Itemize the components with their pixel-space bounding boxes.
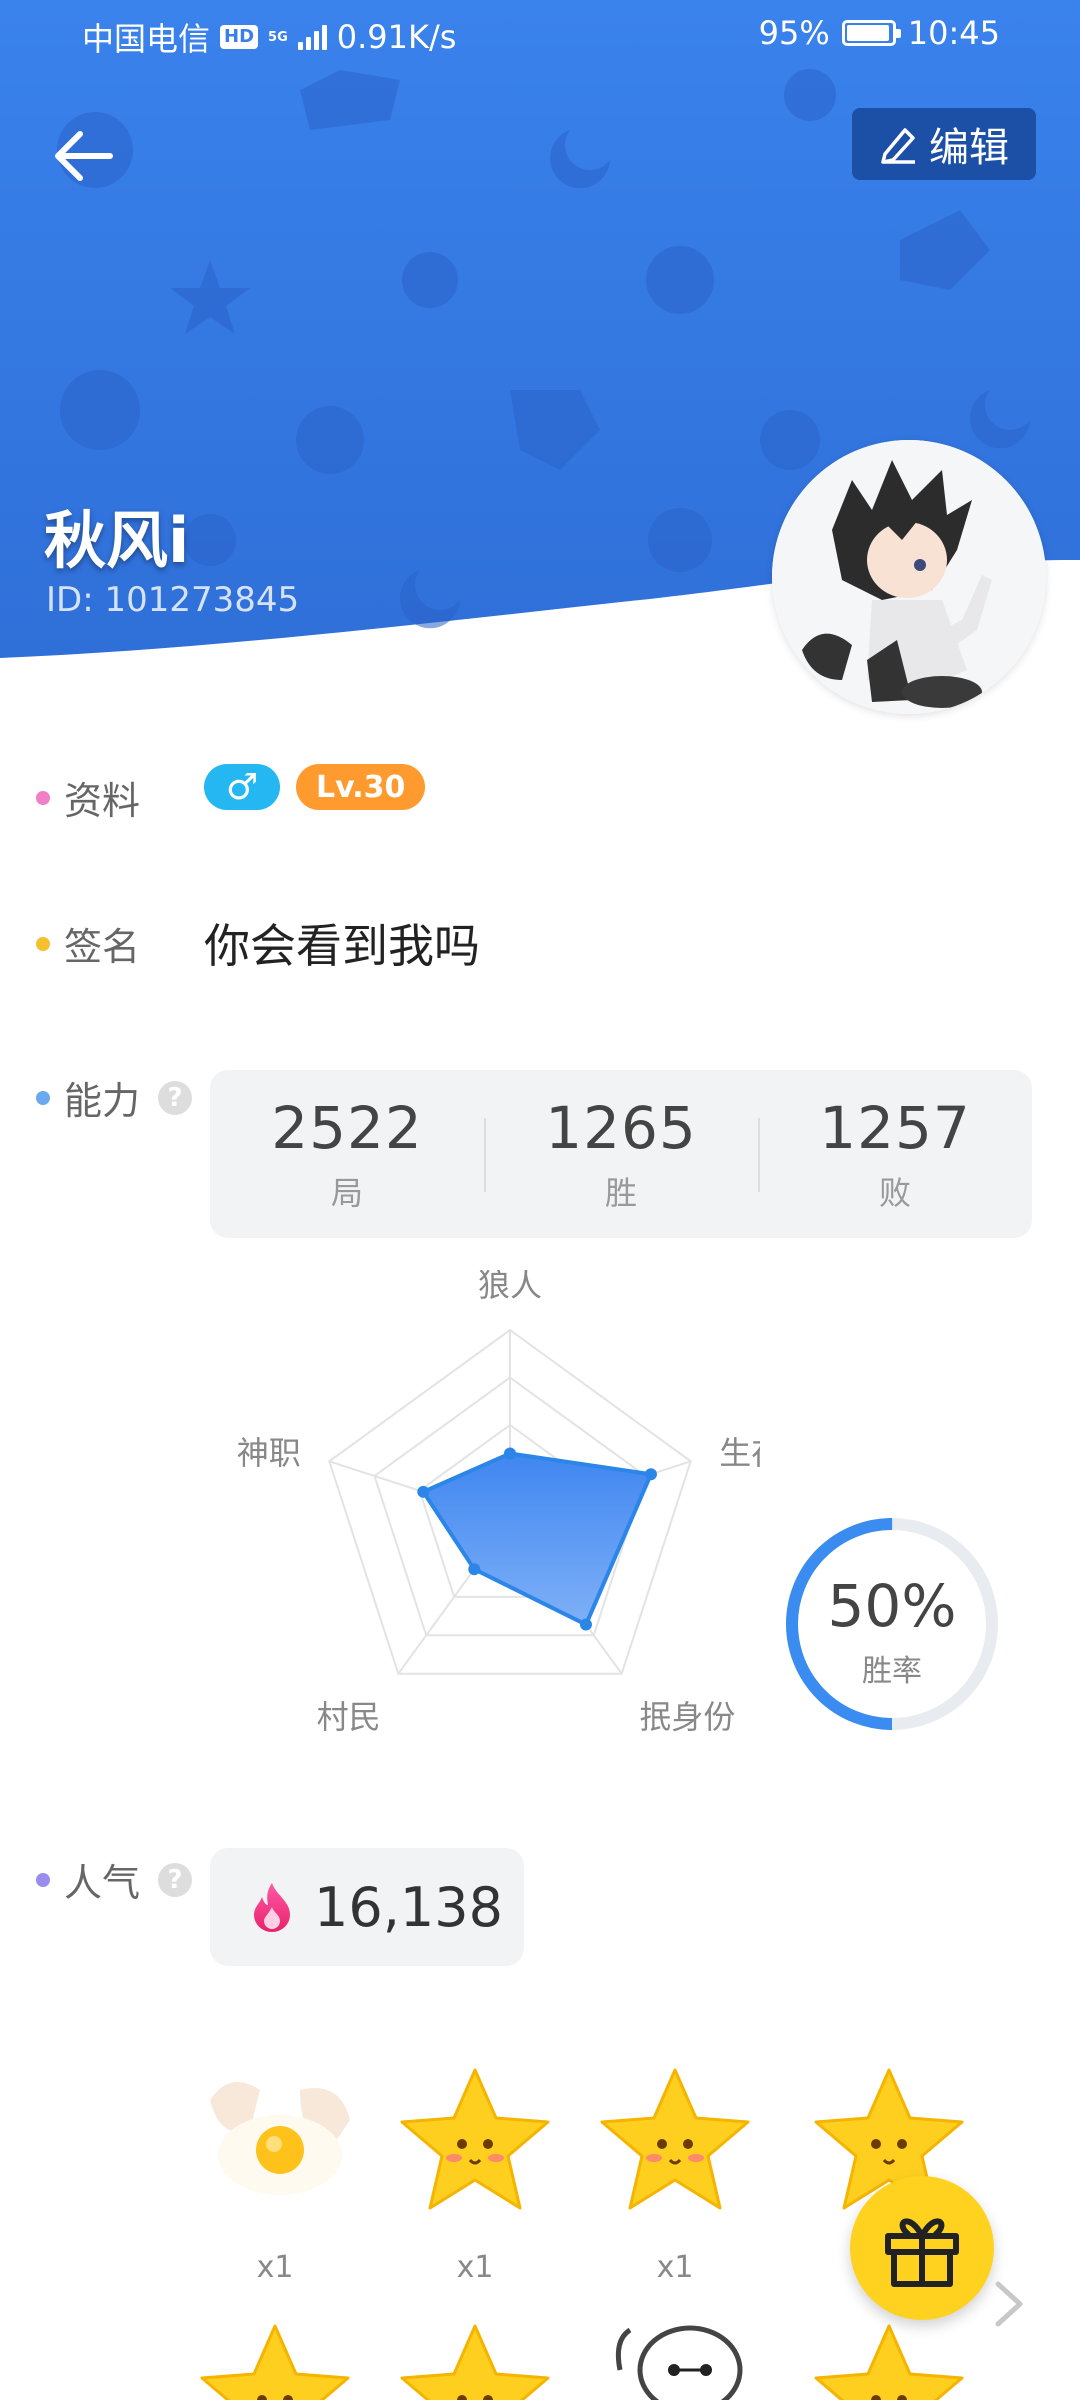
flame-icon (254, 1883, 290, 1932)
status-bar: 中国电信 HD 5G 0.91K/s 95% 10:45 (0, 0, 1080, 72)
signature-label-text: 签名 (64, 925, 141, 969)
stat-caption: 胜 (604, 1174, 637, 1212)
avatar-image (772, 440, 1046, 714)
avatar[interactable] (772, 440, 1046, 714)
star-icon (200, 2324, 350, 2400)
stat-value: 1257 (819, 1094, 971, 1162)
radar-axis-label: 村民 (317, 1698, 381, 1736)
ability-radar-chart: 狼人生存抿身份 村民 神职 (237, 1270, 760, 1736)
gift-item[interactable]: x1 (590, 2060, 760, 2285)
radar-axis-label: 神职 (237, 1434, 301, 1472)
chevron-right-icon[interactable] (990, 2278, 1030, 2330)
profile-screen: 中国电信 HD 5G 0.91K/s 95% 10:45 编辑 秋风i ID: … (0, 0, 1080, 2400)
ability-label: 能力 ? (36, 1070, 193, 1125)
signal-icon (297, 24, 327, 50)
ability-help-icon[interactable]: ? (158, 1080, 193, 1115)
popularity-help-icon[interactable]: ? (158, 1862, 193, 1897)
egg-icon (210, 2082, 350, 2195)
gift-item[interactable] (804, 2316, 974, 2400)
user-id: ID: 101273845 (46, 580, 300, 620)
popularity-value: 16,138 (314, 1875, 503, 1939)
gift-item[interactable] (610, 2310, 780, 2400)
radar-value-point (468, 1563, 481, 1576)
profile-label-text: 资料 (64, 779, 141, 823)
signature-dot (36, 936, 50, 951)
star-icon (400, 2068, 550, 2210)
gender-badge: ♂ (204, 764, 280, 810)
profile-label: 资料 (36, 770, 140, 825)
gift-count: x1 (256, 2250, 294, 2285)
clock: 10:45 (907, 14, 1000, 52)
baymax-icon (615, 2325, 743, 2400)
signature-text: 你会看到我吗 (204, 919, 480, 973)
profile-tags: ♂ Lv.30 (204, 764, 426, 810)
ability-label-text: 能力 (64, 1079, 141, 1123)
carrier-name: 中国电信 (82, 20, 211, 58)
level-badge: Lv.30 (296, 764, 426, 810)
win-rate-ring: 50% 胜率 (780, 1512, 1004, 1736)
edit-button[interactable]: 编辑 (852, 108, 1036, 180)
gift-box-icon (885, 2218, 959, 2287)
radar-value-area (421, 1451, 653, 1627)
pencil-icon (881, 128, 915, 164)
star-icon (814, 2324, 964, 2400)
profile-dot (36, 790, 50, 805)
stat-value: 2522 (271, 1094, 423, 1162)
back-arrow-icon (55, 131, 113, 181)
popularity-dot (36, 1872, 50, 1887)
stat-value: 1265 (545, 1094, 697, 1162)
hd-badge: HD (220, 25, 259, 49)
radar-axis-label: 生存 (719, 1434, 760, 1472)
gift-item[interactable]: x1 (190, 2060, 360, 2285)
win-rate-value: 50% (827, 1572, 957, 1640)
send-gift-button[interactable] (850, 2176, 994, 2320)
network-type: 5G (268, 29, 288, 45)
radar-value-point (504, 1447, 516, 1460)
popularity-label: 人气 ? (36, 1852, 193, 1907)
stat-games: 2522 局 (210, 1070, 484, 1238)
edit-label: 编辑 (929, 125, 1009, 171)
gift-item[interactable]: x1 (390, 2060, 560, 2285)
network-speed: 0.91K/s (336, 18, 457, 56)
stat-caption: 局 (330, 1174, 363, 1212)
user-nickname: 秋风i (44, 504, 190, 577)
win-rate-caption: 胜率 (862, 1654, 922, 1689)
radar-value-point (417, 1485, 430, 1498)
radar-value-point (579, 1618, 592, 1631)
star-icon (600, 2068, 750, 2210)
back-button[interactable] (48, 120, 120, 192)
popularity-card: 16,138 (210, 1848, 524, 1966)
stat-losses: 1257 败 (758, 1070, 1032, 1238)
star-icon (400, 2324, 550, 2400)
popularity-label-text: 人气 (64, 1861, 141, 1905)
gift-count: x1 (656, 2250, 694, 2285)
stat-caption: 败 (878, 1174, 911, 1212)
gift-count: x1 (456, 2250, 494, 2285)
ability-dot (36, 1090, 50, 1105)
stat-wins: 1265 胜 (484, 1070, 758, 1238)
radar-axis-label: 狼人 (478, 1270, 542, 1304)
signature-label: 签名 (36, 916, 140, 971)
radar-axis-label: 抿身份 (639, 1698, 735, 1736)
radar-value-point (644, 1468, 657, 1481)
ability-stats-card: 2522 局 1265 胜 1257 败 (210, 1070, 1032, 1238)
battery-percent: 95% (758, 14, 830, 52)
gift-item[interactable] (190, 2316, 360, 2400)
gift-item[interactable] (390, 2316, 560, 2400)
battery-icon (841, 20, 901, 46)
